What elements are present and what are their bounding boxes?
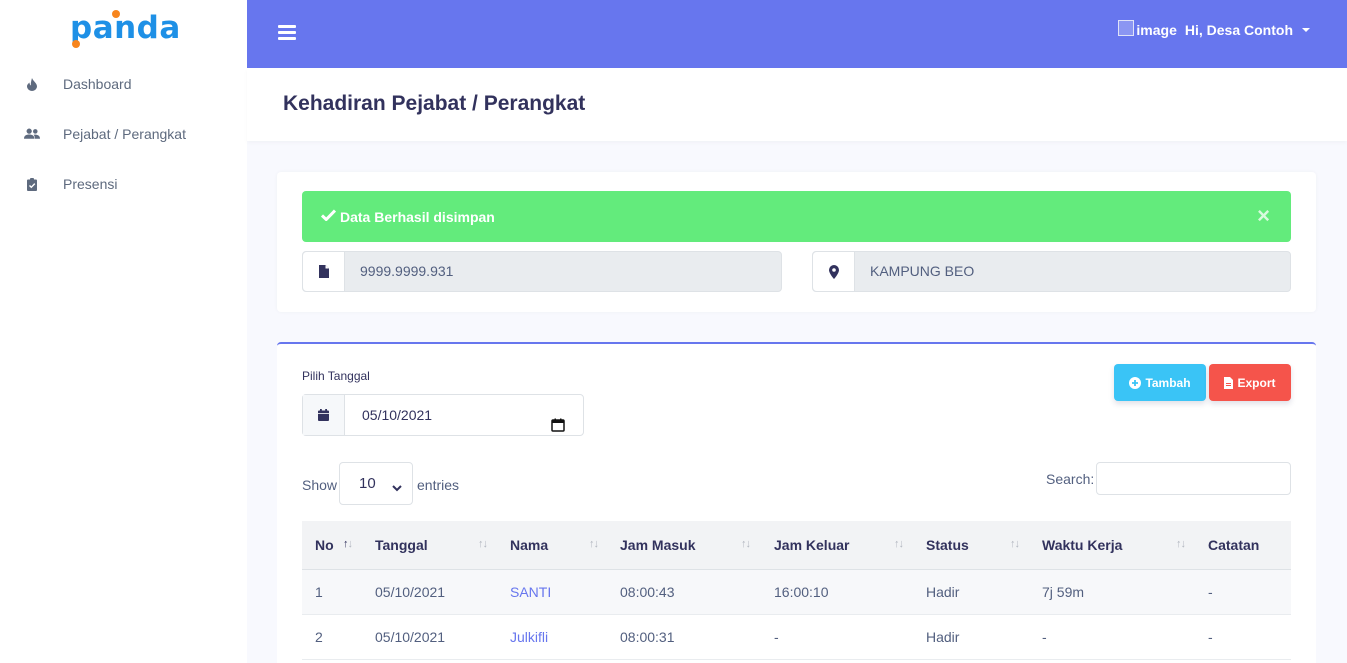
date-label: Pilih Tanggal <box>302 369 370 383</box>
column-header-nama[interactable]: Nama <box>510 521 548 570</box>
page-title: Kehadiran Pejabat / Perangkat <box>283 92 586 115</box>
cell-no: 2 <box>315 629 323 645</box>
location-field: KAMPUNG BEO <box>812 251 1291 292</box>
sort-icon[interactable]: ↑↓ <box>1010 538 1020 550</box>
search-input[interactable] <box>1096 462 1291 495</box>
cell-jam-masuk: 08:00:31 <box>620 629 675 645</box>
column-header-status[interactable]: Status <box>926 521 969 570</box>
calendar-picker-icon[interactable] <box>551 407 565 447</box>
sort-icon[interactable]: ↑↓ <box>894 538 904 550</box>
flame-icon <box>24 76 40 92</box>
attendance-card: Pilih Tanggal 05/10/2021 Tambah Export S… <box>277 342 1316 663</box>
cell-nama-link[interactable]: SANTI <box>510 570 551 615</box>
user-dropdown[interactable]: image Hi, Desa Contoh <box>1118 20 1310 38</box>
add-button[interactable]: Tambah <box>1114 364 1206 401</box>
sort-icon[interactable]: ↑↓ <box>589 538 599 550</box>
page-size-select[interactable]: 10 <box>339 462 413 505</box>
sort-icon[interactable]: ↑↓ <box>741 538 751 550</box>
sidebar-item-label: Pejabat / Perangkat <box>63 126 186 142</box>
column-header-jam-masuk[interactable]: Jam Masuk <box>620 521 695 570</box>
export-button-label: Export <box>1237 375 1276 390</box>
file-icon <box>303 252 345 291</box>
cell-status: Hadir <box>926 584 960 600</box>
topbar: image Hi, Desa Contoh <box>247 0 1347 68</box>
date-picker[interactable]: 05/10/2021 <box>302 394 584 436</box>
close-icon[interactable]: × <box>1257 204 1270 228</box>
alert-message: Data Berhasil disimpan <box>340 209 495 225</box>
sidebar-item-dashboard[interactable]: Dashboard <box>0 64 247 104</box>
cell-tanggal: 05/10/2021 <box>375 629 446 645</box>
logo-dot <box>112 10 120 18</box>
sidebar-item-label: Dashboard <box>63 76 132 92</box>
show-label: Show <box>302 477 338 493</box>
date-input[interactable]: 05/10/2021 <box>345 395 583 435</box>
code-value: 9999.9999.931 <box>360 263 454 279</box>
cell-status: Hadir <box>926 629 960 645</box>
cell-jam-keluar: 16:00:10 <box>774 584 829 600</box>
users-icon <box>24 126 40 142</box>
add-button-label: Tambah <box>1145 375 1191 390</box>
user-greeting: Hi, Desa Contoh <box>1184 22 1293 38</box>
column-header-no[interactable]: No <box>315 521 334 570</box>
code-field: 9999.9999.931 <box>302 251 782 292</box>
table-header: No ↑↓ Tanggal ↑↓ Nama ↑↓ Jam Masuk ↑↓ Ja… <box>302 521 1291 570</box>
sidebar: panda Dashboard Pejabat / Perangkat Pres… <box>0 0 247 663</box>
entries-label: entries <box>417 477 460 493</box>
sidebar-item-presensi[interactable]: Presensi <box>0 164 247 204</box>
sort-icon[interactable]: ↑↓ <box>1176 538 1186 550</box>
plus-circle-icon <box>1129 376 1142 389</box>
table-row: 1 05/10/2021 SANTI 08:00:43 16:00:10 Had… <box>302 570 1291 615</box>
info-card: Data Berhasil disimpan × 9999.9999.931 K… <box>277 172 1316 312</box>
broken-image-icon <box>1118 20 1135 36</box>
search-label: Search: <box>1046 471 1095 487</box>
cell-no: 1 <box>315 584 323 600</box>
avatar: image <box>1118 20 1177 38</box>
logo-text: panda <box>70 10 181 46</box>
cell-catatan: - <box>1208 584 1213 600</box>
file-pdf-icon <box>1224 376 1234 389</box>
cell-waktu-kerja: 7j 59m <box>1042 584 1085 600</box>
avatar-alt-text: image <box>1136 22 1177 38</box>
sort-icon[interactable]: ↑↓ <box>343 538 353 550</box>
column-header-waktu-kerja[interactable]: Waktu Kerja <box>1042 521 1122 570</box>
column-header-catatan[interactable]: Catatan <box>1208 521 1259 570</box>
page-header: Kehadiran Pejabat / Perangkat <box>247 68 1347 141</box>
cell-tanggal: 05/10/2021 <box>375 584 446 600</box>
cell-jam-keluar: - <box>774 629 779 645</box>
success-alert: Data Berhasil disimpan × <box>302 191 1291 242</box>
cell-jam-masuk: 08:00:43 <box>620 584 675 600</box>
caret-down-icon <box>1302 28 1310 32</box>
sidebar-item-pejabat[interactable]: Pejabat / Perangkat <box>0 114 247 154</box>
column-header-tanggal[interactable]: Tanggal <box>375 521 428 570</box>
logo-dot <box>72 40 80 48</box>
export-button[interactable]: Export <box>1209 364 1291 401</box>
menu-toggle-icon[interactable] <box>278 25 296 40</box>
map-marker-icon <box>813 252 855 291</box>
cell-catatan: - <box>1208 629 1213 645</box>
sidebar-item-label: Presensi <box>63 176 118 192</box>
clipboard-check-icon <box>24 176 40 192</box>
chevron-down-icon <box>392 479 402 496</box>
cell-nama-link[interactable]: Julkifli <box>510 615 548 660</box>
attendance-table: No ↑↓ Tanggal ↑↓ Nama ↑↓ Jam Masuk ↑↓ Ja… <box>302 521 1291 660</box>
cell-waktu-kerja: - <box>1042 629 1047 645</box>
table-row: 2 05/10/2021 Julkifli 08:00:31 - Hadir -… <box>302 615 1291 660</box>
date-value: 05/10/2021 <box>362 407 433 423</box>
sort-icon[interactable]: ↑↓ <box>478 538 488 550</box>
column-header-jam-keluar[interactable]: Jam Keluar <box>774 521 849 570</box>
check-icon <box>320 208 337 225</box>
location-value: KAMPUNG BEO <box>870 263 975 279</box>
page-size-value: 10 <box>359 475 376 492</box>
calendar-icon <box>303 395 345 435</box>
panda-logo[interactable]: panda <box>70 10 181 48</box>
